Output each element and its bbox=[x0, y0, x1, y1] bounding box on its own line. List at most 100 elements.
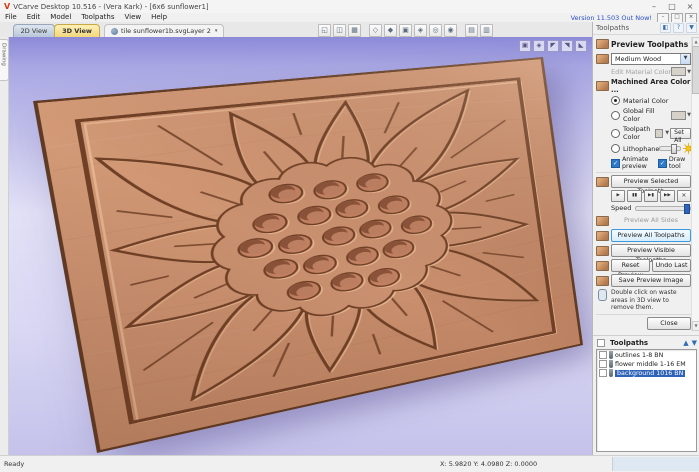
radio-toolpath-color[interactable] bbox=[611, 128, 620, 138]
save-preview-image-icon bbox=[596, 275, 609, 286]
close-button[interactable]: × bbox=[681, 1, 699, 13]
pan-view-icon[interactable]: ◉ bbox=[444, 23, 457, 37]
help-icon[interactable]: ? bbox=[673, 23, 684, 33]
view-tab-bar: 2D View 3D View tile sunflower1b.svgLaye… bbox=[0, 22, 592, 37]
global-fill-color-swatch[interactable] bbox=[671, 110, 687, 120]
stop-button[interactable]: × bbox=[676, 190, 692, 202]
rotate-view-icon[interactable]: ◎ bbox=[429, 23, 442, 37]
svg-layer-label: tile sunflower1b.svgLayer 2 bbox=[121, 27, 211, 35]
grid-view-icon[interactable]: ▦ bbox=[348, 23, 361, 37]
menu-toolpaths[interactable]: Toolpaths bbox=[76, 13, 119, 22]
preview-all-toolpaths-button[interactable]: Preview All Toolpaths bbox=[611, 229, 691, 242]
toolpath-name-selected[interactable]: background 1016 BN bbox=[615, 369, 686, 377]
menu-file[interactable]: File bbox=[0, 13, 22, 22]
reset-preview-button[interactable]: Reset Preview bbox=[611, 259, 650, 279]
material-setup-icon[interactable]: ◇ bbox=[369, 23, 382, 37]
mdi-minimize-button[interactable]: – bbox=[657, 12, 669, 23]
toolpath-visibility-checkbox[interactable] bbox=[599, 351, 607, 359]
window-zoom-icon[interactable]: ◱ bbox=[318, 23, 331, 37]
drawing-flyout-tab[interactable]: Drawing bbox=[0, 39, 9, 81]
toolpath-name[interactable]: outlines 1-8 BN bbox=[615, 352, 663, 359]
tab-svg-layer[interactable]: tile sunflower1b.svgLayer 2 ▾ bbox=[104, 24, 225, 37]
step-button[interactable]: ▶▮ bbox=[643, 190, 659, 202]
status-ready: Ready bbox=[4, 460, 25, 468]
iso-view-x-icon[interactable]: ◤ bbox=[547, 40, 559, 52]
version-upgrade-link[interactable]: Version 11.503 Out Now! bbox=[571, 14, 652, 22]
speed-label: Speed bbox=[611, 204, 632, 212]
mdi-close-button[interactable]: × bbox=[685, 12, 697, 23]
material-color-swatch[interactable] bbox=[671, 67, 687, 76]
toolpath-listbox[interactable]: outlines 1-8 BN flower middle 1-16 EM ba… bbox=[596, 348, 697, 452]
set-all-button[interactable]: Set All bbox=[670, 127, 691, 144]
preview-all-toolpaths-icon bbox=[596, 230, 609, 241]
play-button[interactable]: ▶ bbox=[611, 190, 626, 202]
iso-view-z-icon[interactable]: ◣ bbox=[575, 40, 587, 52]
app-logo-icon: V bbox=[4, 2, 11, 11]
multi-view-icon[interactable]: ◫ bbox=[333, 23, 346, 37]
form-title: Preview Toolpaths bbox=[611, 39, 689, 49]
save-view-icon[interactable]: ▣ bbox=[519, 40, 531, 52]
toolpath-visibility-checkbox[interactable] bbox=[599, 369, 607, 377]
scrollbar-thumb[interactable] bbox=[692, 46, 699, 94]
pin-panel-icon[interactable]: ▼ bbox=[686, 23, 697, 33]
radio-global-fill-color[interactable] bbox=[611, 110, 620, 120]
menu-view[interactable]: View bbox=[119, 13, 146, 22]
preview-visible-toolpaths-button[interactable]: Preview Visible Toolpaths bbox=[611, 244, 691, 264]
status-progress-area bbox=[612, 457, 699, 471]
zoom-fit-icon[interactable]: ◈ bbox=[533, 40, 545, 52]
viewport-3d[interactable]: ▣ ◈ ◤ ◥ ◣ bbox=[9, 37, 592, 455]
waste-area-note: Double click on waste areas in 3D view t… bbox=[611, 289, 677, 311]
preview-selected-icon bbox=[596, 176, 609, 187]
mouse-icon bbox=[598, 289, 607, 301]
fast-forward-button[interactable]: ▶▶ bbox=[660, 190, 675, 202]
pause-button[interactable]: ▮▮ bbox=[627, 190, 642, 202]
material-select[interactable]: Medium Wood ▼ bbox=[611, 53, 691, 65]
dock-panel-icon[interactable]: ◧ bbox=[660, 23, 671, 33]
animate-preview-checkbox[interactable]: ✓ bbox=[611, 158, 620, 168]
lithophane-slider-thumb[interactable] bbox=[671, 144, 678, 154]
toolpath-visibility-checkbox[interactable] bbox=[599, 360, 607, 368]
preview-toolpaths-form: Preview Toolpaths Medium Wood ▼ Edit Mat… bbox=[593, 34, 699, 333]
sun-icon bbox=[682, 143, 691, 154]
lighting-icon[interactable]: ◆ bbox=[384, 23, 397, 37]
toolpath-color-swatch[interactable] bbox=[655, 128, 664, 138]
form-scrollbar[interactable]: ▲ ▼ bbox=[691, 37, 699, 331]
undo-last-button[interactable]: Undo Last bbox=[652, 259, 691, 272]
save-preview-image-button[interactable]: Save Preview Image bbox=[611, 274, 691, 287]
radio-lithophane[interactable] bbox=[611, 144, 620, 153]
radio-material-color[interactable] bbox=[611, 96, 620, 105]
move-up-icon[interactable]: ▲ bbox=[683, 339, 688, 347]
toolpath-name[interactable]: flower middle 1-16 EM bbox=[615, 361, 686, 368]
iso-view-y-icon[interactable]: ◥ bbox=[561, 40, 573, 52]
menu-edit[interactable]: Edit bbox=[22, 13, 46, 22]
toolpath-row[interactable]: background 1016 BN bbox=[598, 369, 695, 378]
lithophane-slider[interactable] bbox=[659, 144, 681, 154]
speed-slider-thumb[interactable] bbox=[684, 203, 690, 214]
tab-3d-view[interactable]: 3D View bbox=[54, 24, 100, 37]
preview-toolpaths-icon bbox=[596, 39, 609, 49]
draw-tool-checkbox[interactable]: ✓ bbox=[657, 158, 667, 168]
preview-selected-toolpath-button[interactable]: Preview Selected Toolpath bbox=[611, 175, 691, 195]
minimize-button[interactable]: – bbox=[645, 1, 663, 13]
view-toolbar: ◱ ◫ ▦ ◇ ◆ ▣ ◈ ◎ ◉ ▤ ▥ bbox=[318, 23, 493, 37]
split-horizontal-icon[interactable]: ▤ bbox=[465, 23, 478, 37]
toolpaths-checkbox[interactable] bbox=[597, 339, 605, 347]
close-form-button[interactable]: Close bbox=[647, 316, 691, 330]
carved-tile-preview bbox=[33, 57, 584, 454]
scroll-down-icon[interactable]: ▼ bbox=[692, 320, 699, 331]
menu-help[interactable]: Help bbox=[146, 13, 172, 22]
toolpath-row[interactable]: outlines 1-8 BN bbox=[598, 351, 695, 360]
toolpath-drawing-icon[interactable]: ▣ bbox=[399, 23, 412, 37]
viewport-corner-toolbar: ▣ ◈ ◤ ◥ ◣ bbox=[519, 40, 587, 52]
mdi-restore-button[interactable]: □ bbox=[671, 12, 683, 23]
maximize-button[interactable]: □ bbox=[663, 1, 681, 13]
tab-2d-view[interactable]: 2D View bbox=[13, 24, 55, 37]
machined-area-icon bbox=[596, 81, 609, 91]
speed-slider[interactable] bbox=[635, 203, 691, 214]
move-down-icon[interactable]: ▼ bbox=[692, 339, 697, 347]
solid-preview-icon[interactable]: ◈ bbox=[414, 23, 427, 37]
toolpath-row[interactable]: flower middle 1-16 EM bbox=[598, 360, 695, 369]
menu-model[interactable]: Model bbox=[45, 13, 76, 22]
split-vertical-icon[interactable]: ▥ bbox=[480, 23, 493, 37]
radio-lithophane-label: Lithophane bbox=[623, 144, 660, 153]
